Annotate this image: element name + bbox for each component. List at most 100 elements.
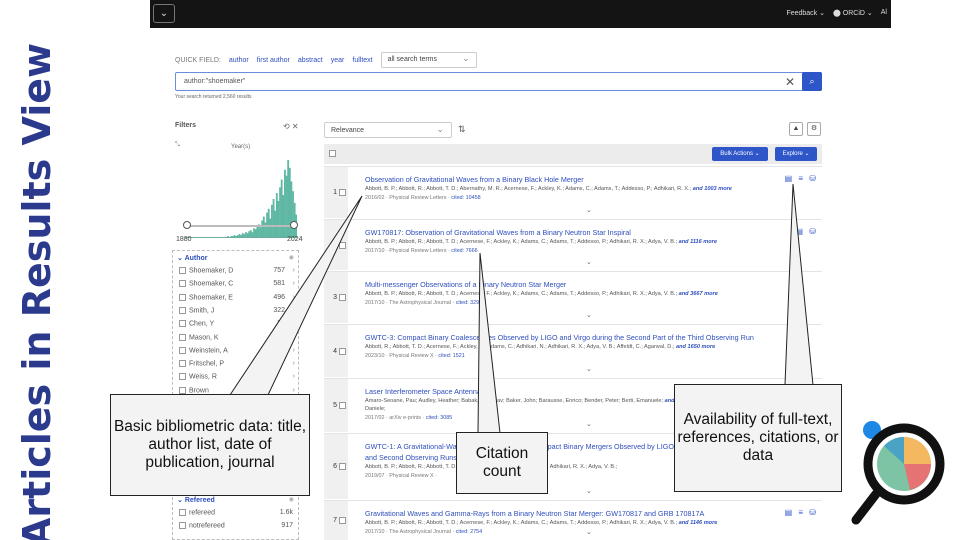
gear-icon[interactable]: ⚙ xyxy=(807,122,821,136)
chevron-right-icon[interactable]: › xyxy=(293,267,295,274)
chevron-down-icon[interactable]: ⌄ xyxy=(586,420,592,428)
bulk-actions-button[interactable]: Bulk Actions ⌄ xyxy=(712,147,768,161)
chevron-right-icon[interactable]: › xyxy=(293,307,295,314)
close-icon[interactable]: ✕ xyxy=(785,75,795,89)
author-facet-row[interactable]: Smith, J 322 › xyxy=(179,306,297,314)
result-checkbox[interactable] xyxy=(339,189,346,196)
citation-count[interactable]: cited: 3293 xyxy=(456,300,482,306)
feedback-menu[interactable]: Feedback ⌄ xyxy=(786,9,825,17)
expand-icon[interactable]: ⤡ xyxy=(175,142,180,149)
facet-checkbox[interactable] xyxy=(179,306,186,314)
qf-year[interactable]: year xyxy=(331,57,345,64)
facet-checkbox[interactable] xyxy=(179,346,186,354)
sort-direction-icon[interactable]: ⇅ xyxy=(458,124,466,135)
chevron-right-icon[interactable]: › xyxy=(293,334,295,341)
facet-checkbox[interactable] xyxy=(179,509,186,516)
result-checkbox[interactable] xyxy=(339,241,346,249)
result-checkbox[interactable] xyxy=(339,347,346,355)
year-slider-track[interactable] xyxy=(186,225,294,227)
chevron-down-icon[interactable]: ⌄ xyxy=(586,311,592,319)
result-title[interactable]: GWTC-3: Compact Binary Coalescences Obse… xyxy=(365,333,754,342)
facet-checkbox[interactable] xyxy=(179,522,186,529)
facet-checkbox[interactable] xyxy=(179,280,186,288)
more-authors-link[interactable]: and 3667 more xyxy=(679,291,718,297)
citation-count[interactable]: cited: 2754 xyxy=(456,529,482,535)
resource-icons[interactable]: ▤ ⛁ xyxy=(796,227,818,236)
result-checkbox[interactable] xyxy=(339,294,346,301)
chevron-right-icon[interactable]: › xyxy=(293,320,295,327)
qf-fulltext[interactable]: fulltext xyxy=(352,57,372,64)
author-facet-row[interactable]: Shoemaker, D 757 › xyxy=(179,267,297,274)
facet-checkbox[interactable] xyxy=(179,373,186,381)
chevron-down-icon[interactable]: ⌄ xyxy=(153,4,175,23)
author-facet-row[interactable]: Fritschel, P › xyxy=(179,360,297,367)
chevron-down-icon[interactable]: ⌄ xyxy=(586,258,592,266)
citation-count[interactable]: cited: 7666 xyxy=(451,248,477,254)
result-checkbox[interactable] xyxy=(339,517,346,524)
facet-checkbox[interactable] xyxy=(179,293,186,301)
facet-checkbox[interactable] xyxy=(179,386,186,394)
reset-close-icon[interactable]: ⟲ ✕ xyxy=(283,122,299,131)
refereed-facet-row[interactable]: refereed 1.6k xyxy=(179,509,297,516)
result-title[interactable]: GW170817: Observation of Gravitational W… xyxy=(365,228,631,237)
search-terms-select[interactable]: all search terms xyxy=(380,52,477,68)
search-input[interactable]: author:"shoemaker" ✕ ⌕ xyxy=(175,72,822,91)
eye-icon[interactable]: ◉ xyxy=(289,496,294,503)
result-title[interactable]: Gravitational Waves and Gamma-Rays from … xyxy=(365,509,704,518)
author-facet-row[interactable]: Mason, K › xyxy=(179,333,297,341)
more-authors-link[interactable]: and 1146 more xyxy=(679,520,718,526)
histogram-bar xyxy=(233,235,236,238)
facet-checkbox[interactable] xyxy=(179,320,186,328)
resource-icons[interactable]: ▤ ≡ ⛁ xyxy=(785,508,818,517)
chevron-right-icon[interactable]: › xyxy=(293,387,295,394)
chevron-down-icon[interactable]: ⌄ xyxy=(586,487,592,495)
citation-count[interactable]: cited: 1521 xyxy=(438,353,464,359)
chevron-right-icon[interactable]: › xyxy=(293,347,295,354)
result-title[interactable]: Multi-messenger Observations of a Binary… xyxy=(365,280,566,289)
author-facet-row[interactable]: Chen, Y 31 › xyxy=(179,320,297,328)
result-checkbox[interactable] xyxy=(339,463,346,470)
eye-icon[interactable]: ◉ xyxy=(289,254,294,261)
orcid-menu[interactable]: ⬤ ORCiD ⌄ xyxy=(833,9,873,17)
refereed-facet-row[interactable]: notrefereed 917 xyxy=(179,522,297,529)
more-authors-link[interactable]: and 1116 more xyxy=(679,239,717,245)
qf-first-author[interactable]: first author xyxy=(257,57,290,64)
result-title-cont[interactable]: and Second Observing Runs xyxy=(365,453,457,462)
author-facet-row[interactable]: Weinstein, A › xyxy=(179,346,297,354)
sort-select[interactable]: Relevance xyxy=(324,122,452,138)
result-title[interactable]: Observation of Gravitational Waves from … xyxy=(365,175,584,184)
year-slider-min-handle[interactable] xyxy=(183,221,191,229)
author-facet-row[interactable]: Shoemaker, C 581 › xyxy=(179,280,297,288)
qf-abstract[interactable]: abstract xyxy=(298,57,323,64)
chevron-right-icon[interactable]: › xyxy=(293,280,295,287)
facet-checkbox[interactable] xyxy=(179,360,186,368)
about-menu[interactable]: Al xyxy=(881,9,887,17)
refereed-facet-title[interactable]: ⌄ Refereed xyxy=(177,496,215,504)
citation-count[interactable]: cited: 3085 xyxy=(426,415,452,421)
chevron-right-icon[interactable]: › xyxy=(293,373,295,380)
qf-author[interactable]: author xyxy=(229,57,249,64)
more-authors-link[interactable]: and 1003 more xyxy=(693,186,732,192)
explore-button[interactable]: Explore ⌄ xyxy=(775,147,817,161)
author-facet-row[interactable]: Shoemaker, E 496 › xyxy=(179,293,297,301)
chevron-down-icon[interactable]: ⌄ xyxy=(586,365,592,373)
result-checkbox[interactable] xyxy=(339,402,346,409)
author-facet-row[interactable]: Brown › xyxy=(179,386,297,394)
chevron-right-icon[interactable]: › xyxy=(293,294,295,301)
search-query[interactable]: author:"shoemaker" xyxy=(184,78,245,85)
citation-count[interactable]: cited: 10458 xyxy=(451,195,480,201)
bell-icon[interactable]: ▲ xyxy=(789,122,803,136)
chevron-right-icon[interactable]: › xyxy=(293,360,295,367)
select-all-checkbox[interactable] xyxy=(329,150,336,157)
chevron-down-icon[interactable]: ⌄ xyxy=(586,528,592,536)
chevron-down-icon[interactable]: ⌄ xyxy=(586,206,592,214)
search-icon[interactable]: ⌕ xyxy=(802,72,822,91)
more-authors-link[interactable]: and 1650 more xyxy=(676,344,715,350)
facet-checkbox[interactable] xyxy=(179,267,186,274)
facet-checkbox[interactable] xyxy=(179,333,186,341)
author-facet-row[interactable]: Weiss, R › xyxy=(179,373,297,381)
result-title[interactable]: Laser Interferometer Space Antenna xyxy=(365,387,481,396)
author-facet-title[interactable]: ⌄ Author xyxy=(177,254,208,262)
year-slider-max-handle[interactable] xyxy=(290,221,298,229)
resource-icons[interactable]: ▤ ≡ ⛁ xyxy=(785,174,818,183)
